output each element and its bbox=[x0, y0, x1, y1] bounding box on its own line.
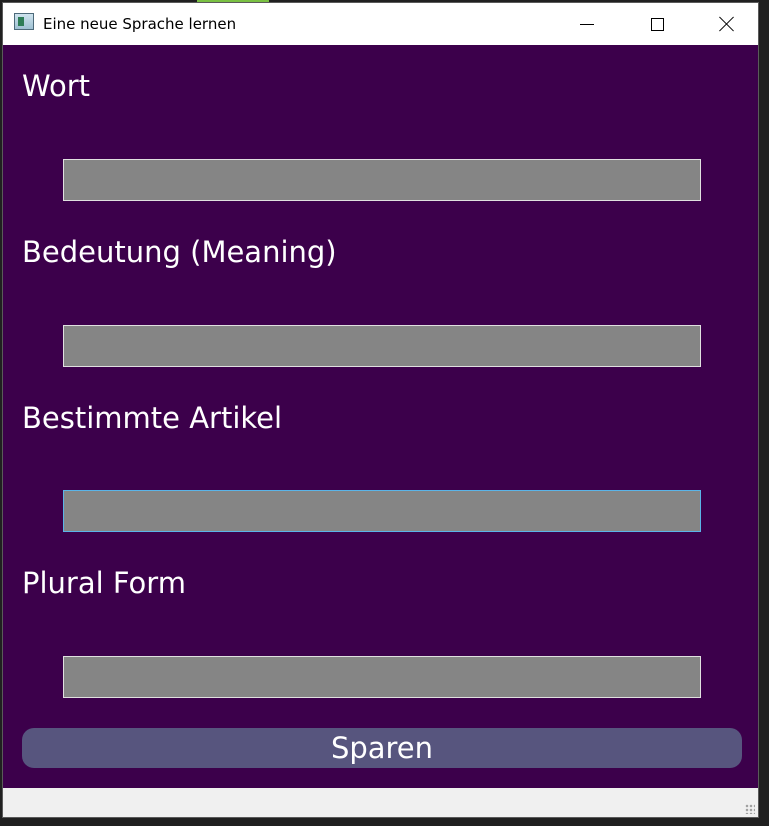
artikel-input[interactable] bbox=[63, 490, 701, 532]
app-window: Eine neue Sprache lernen Wort Bedeutung … bbox=[2, 2, 759, 818]
artikel-label: Bestimmte Artikel bbox=[22, 401, 283, 435]
resize-grip-icon[interactable] bbox=[745, 804, 755, 814]
close-icon bbox=[719, 16, 735, 32]
wort-input[interactable] bbox=[63, 159, 701, 201]
maximize-icon bbox=[650, 17, 664, 31]
bedeutung-input[interactable] bbox=[63, 325, 701, 367]
wort-label: Wort bbox=[22, 69, 91, 103]
app-window-icon bbox=[14, 13, 34, 30]
minimize-button[interactable] bbox=[552, 3, 622, 45]
window-title: Eine neue Sprache lernen bbox=[43, 15, 237, 33]
title-bar[interactable]: Eine neue Sprache lernen bbox=[3, 3, 758, 45]
maximize-button[interactable] bbox=[622, 3, 692, 45]
bedeutung-label: Bedeutung (Meaning) bbox=[22, 235, 337, 269]
save-button[interactable]: Sparen bbox=[22, 728, 742, 768]
minimize-icon bbox=[580, 23, 594, 25]
plural-input[interactable] bbox=[63, 656, 701, 698]
plural-label: Plural Form bbox=[22, 566, 186, 600]
status-bar bbox=[3, 788, 758, 817]
close-button[interactable] bbox=[692, 3, 762, 45]
